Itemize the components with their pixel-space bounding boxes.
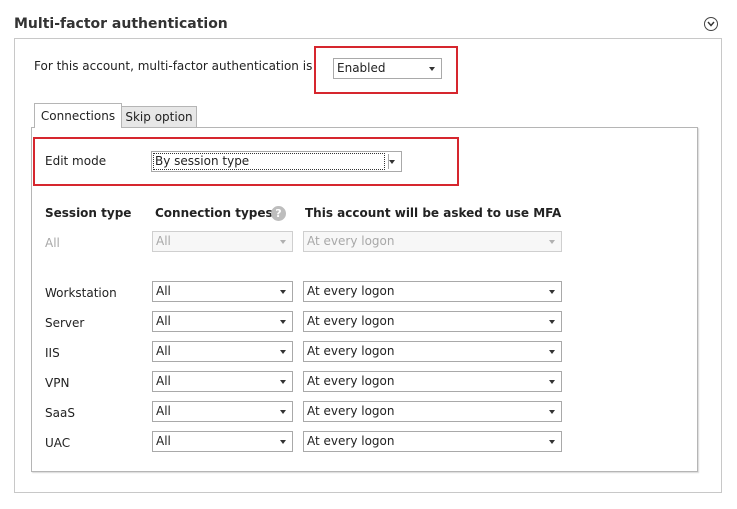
collapse-button[interactable] [704,17,718,31]
session-type-label: All [45,236,60,250]
account-mfa-select[interactable]: Enabled [333,58,442,79]
connection-type-select[interactable]: All [152,341,293,362]
mfa-select[interactable]: At every logon [303,281,562,302]
column-header-session-type: Session type [45,206,132,220]
tab-connections[interactable]: Connections [34,103,122,128]
dropdown-arrow-icon [280,350,286,354]
dropdown-arrow-icon [549,320,555,324]
dropdown-arrow-icon [280,240,286,244]
connection-type-select[interactable]: All [152,371,293,392]
edit-mode-value: By session type [153,153,385,170]
section-title: Multi-factor authentication [14,16,228,32]
mfa-select[interactable]: At every logon [303,401,562,422]
session-type-label: Server [45,316,85,330]
dropdown-arrow-icon [549,440,555,444]
mfa-select[interactable]: At every logon [303,311,562,332]
connection-type-select[interactable]: All [152,401,293,422]
column-header-mfa: This account will be asked to use MFA [305,206,562,220]
dropdown-arrow-icon [280,290,286,294]
dropdown-arrow-icon [549,350,555,354]
edit-mode-select[interactable]: By session type [151,151,402,172]
column-header-connection-types: Connection types [155,206,273,220]
connection-type-select[interactable]: All [152,431,293,452]
dropdown-arrow-icon [549,290,555,294]
dropdown-arrow-icon [389,160,395,164]
chevron-down-icon [707,21,715,27]
dropdown-arrow-icon [280,380,286,384]
account-mfa-value: Enabled [337,61,386,75]
mfa-select[interactable]: At every logon [303,341,562,362]
dropdown-arrow-icon [549,380,555,384]
connection-type-select[interactable]: All [152,311,293,332]
session-type-label: IIS [45,346,60,360]
dropdown-arrow-icon [280,320,286,324]
mfa-select[interactable]: At every logon [303,431,562,452]
session-type-label: VPN [45,376,70,390]
dropdown-arrow-icon [549,240,555,244]
session-type-label: SaaS [45,406,75,420]
connection-type-select[interactable]: All [152,281,293,302]
session-type-label: Workstation [45,286,117,300]
mfa-select[interactable]: At every logon [303,371,562,392]
dropdown-arrow-icon [549,410,555,414]
connection-type-select: All [152,231,293,252]
dropdown-arrow-icon [280,440,286,444]
tab-skip-option[interactable]: Skip option [121,106,197,128]
help-icon[interactable]: ? [271,206,286,221]
mfa-select: At every logon [303,231,562,252]
edit-mode-label: Edit mode [45,154,107,168]
dropdown-arrow-icon [429,67,435,71]
dropdown-arrow-icon [280,410,286,414]
session-type-label: UAC [45,436,71,450]
account-mfa-label: For this account, multi-factor authentic… [34,59,313,73]
